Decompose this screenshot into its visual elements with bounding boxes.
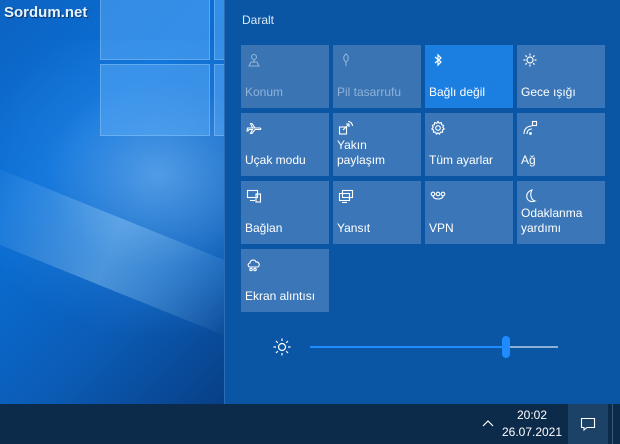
brightness-slider-thumb[interactable] (501, 336, 510, 358)
tile-vpn[interactable]: VPN (425, 181, 513, 244)
brightness-slider[interactable] (310, 336, 558, 358)
tile-label: Yansıt (337, 221, 371, 235)
network-icon (522, 120, 538, 136)
watermark: Sordum.net (4, 4, 88, 21)
clock-time: 20:02 (516, 408, 548, 422)
notification-button[interactable] (568, 404, 608, 444)
tile-label: Bağlı değil (429, 85, 486, 99)
tile-connect[interactable]: Bağlan (241, 181, 329, 244)
action-center-panel: Daralt Konum Pil tasarrufu Bağlı değil G (224, 0, 620, 404)
taskbar-clock[interactable]: 20:02 26.07.2021 (498, 407, 566, 441)
tile-label: Konum (245, 85, 284, 99)
tile-label: Yakın paylaşım (337, 138, 386, 167)
wallpaper-pane (100, 64, 210, 136)
tile-location[interactable]: Konum (241, 45, 329, 108)
tile-network[interactable]: Ağ (517, 113, 605, 176)
gear-icon (430, 120, 446, 136)
tile-label: Uçak modu (245, 153, 306, 167)
moon-icon (522, 188, 538, 204)
tile-night-light[interactable]: Gece ışığı (517, 45, 605, 108)
snip-icon (246, 256, 262, 272)
tile-bluetooth[interactable]: Bağlı değil (425, 45, 513, 108)
show-desktop-button[interactable] (612, 404, 620, 444)
clock-date: 26.07.2021 (501, 425, 563, 439)
nearby-share-icon (338, 120, 354, 136)
tile-label: Odaklanma yardımı (521, 206, 583, 235)
tile-battery-saver[interactable]: Pil tasarrufu (333, 45, 421, 108)
project-icon (338, 188, 354, 204)
tile-label: Pil tasarrufu (337, 85, 402, 99)
bluetooth-icon (430, 52, 446, 68)
tile-label: Ağ (521, 153, 536, 167)
brightness-slider-fill (310, 346, 506, 348)
tile-label: Tüm ayarlar (429, 153, 494, 167)
desktop-wallpaper: Sordum.net (0, 0, 224, 404)
connect-icon (246, 188, 262, 204)
tile-project[interactable]: Yansıt (333, 181, 421, 244)
taskbar: 20:02 26.07.2021 (0, 404, 620, 444)
location-icon (246, 52, 262, 68)
airplane-icon (246, 120, 262, 136)
collapse-link[interactable]: Daralt (242, 13, 274, 27)
wallpaper-pane (214, 64, 224, 136)
tile-label: Gece ışığı (521, 85, 576, 99)
tile-nearby-share[interactable]: Yakın paylaşım (333, 113, 421, 176)
tile-all-settings[interactable]: Tüm ayarlar (425, 113, 513, 176)
tile-focus-assist[interactable]: Odaklanma yardımı (517, 181, 605, 244)
battery-saver-icon (338, 52, 354, 68)
night-light-icon (522, 52, 538, 68)
tile-label: Bağlan (245, 221, 283, 235)
tile-airplane-mode[interactable]: Uçak modu (241, 113, 329, 176)
tile-label: VPN (429, 221, 454, 235)
tile-screen-snip[interactable]: Ekran alıntısı (241, 249, 329, 312)
brightness-icon (272, 337, 292, 357)
wallpaper-pane (214, 0, 224, 60)
brightness-control (272, 336, 572, 360)
tile-label: Ekran alıntısı (245, 289, 316, 303)
vpn-icon (430, 188, 446, 204)
chevron-up-icon[interactable] (478, 416, 498, 432)
wallpaper-pane (100, 0, 210, 60)
